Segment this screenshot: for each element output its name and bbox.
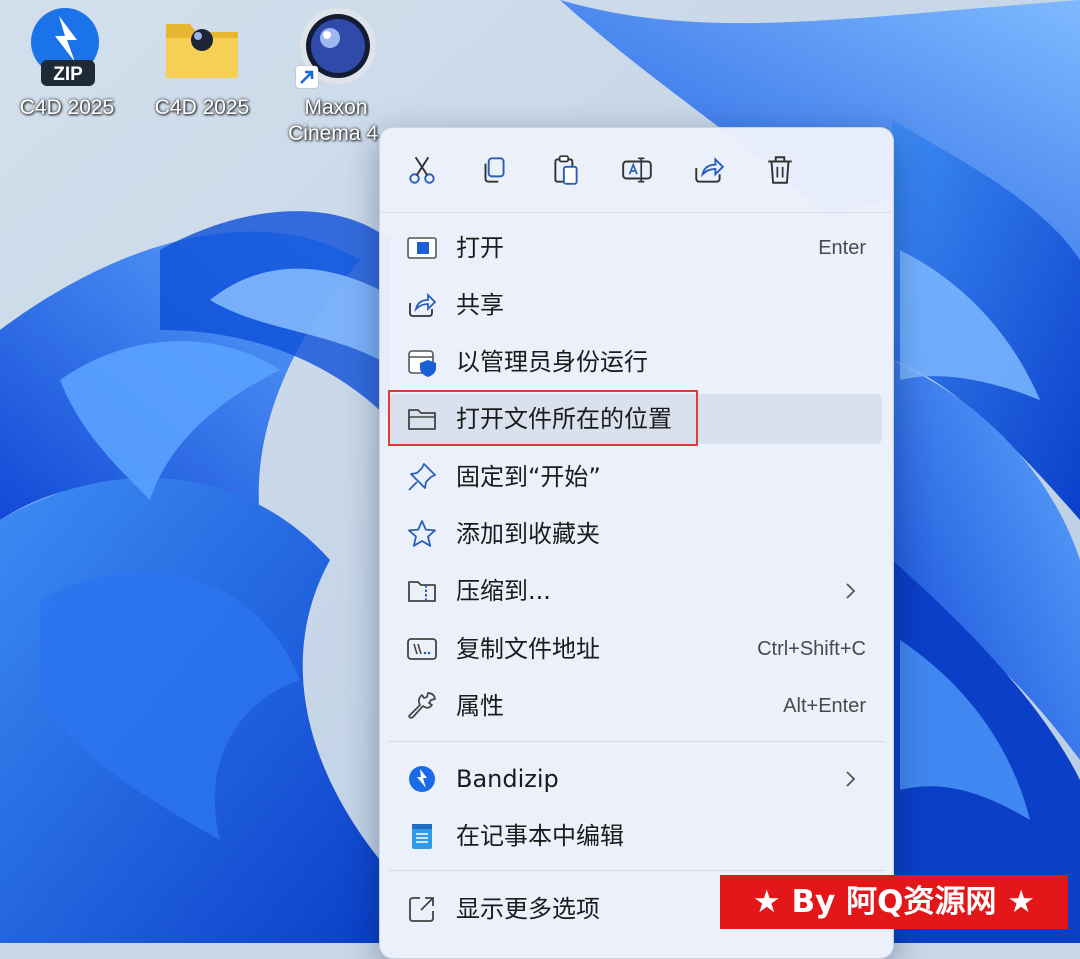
- menu-item-label: 添加到收藏夹: [456, 520, 600, 548]
- svg-text:ZIP: ZIP: [53, 64, 83, 85]
- notepad-icon: [406, 820, 438, 852]
- paste-button[interactable]: [542, 146, 590, 194]
- copy-button[interactable]: [470, 146, 518, 194]
- desktop-icon-c4d-folder[interactable]: C4D 2025: [143, 6, 261, 122]
- cut-button[interactable]: [398, 146, 446, 194]
- desktop-icon-label: C4D 2025: [19, 96, 115, 119]
- menu-item-pin-to-start[interactable]: 固定到“开始”: [388, 452, 882, 502]
- watermark-banner: ★ By 阿Q资源网 ★: [720, 875, 1068, 929]
- menu-item-label: 在记事本中编辑: [456, 822, 624, 850]
- bandizip-icon: [406, 763, 438, 795]
- menu-item-add-to-favorites[interactable]: 添加到收藏夹: [388, 509, 882, 559]
- path-icon: [406, 633, 438, 665]
- menu-item-shortcut: Alt+Enter: [783, 695, 866, 717]
- menu-item-label: 以管理员身份运行: [456, 348, 648, 376]
- delete-button[interactable]: [756, 146, 804, 194]
- menu-item-compress-to[interactable]: 压缩到...: [388, 566, 882, 616]
- menu-item-shortcut: Ctrl+Shift+C: [757, 638, 866, 660]
- desktop-icon-label: Maxon: [304, 96, 368, 119]
- menu-item-bandizip[interactable]: Bandizip: [388, 754, 882, 804]
- menu-item-share[interactable]: 共享: [388, 280, 882, 330]
- menu-item-open[interactable]: 打开 Enter: [388, 223, 882, 273]
- shortcut-arrow-icon: [296, 66, 318, 88]
- scissors-icon: [409, 156, 435, 184]
- rename-button[interactable]: [613, 146, 661, 194]
- menu-item-copy-file-path[interactable]: 复制文件地址 Ctrl+Shift+C: [388, 624, 882, 674]
- menu-item-label: 共享: [456, 291, 504, 319]
- desktop-icon-c4d-zip[interactable]: ZIP C4D 2025: [8, 6, 126, 122]
- menu-item-label: Bandizip: [456, 765, 559, 793]
- context-menu: 打开 Enter 共享 以管理员身份运行 打开文件所在的位置 固定到“开始” 添…: [379, 127, 894, 959]
- shield-icon: [406, 346, 438, 378]
- menu-item-edit-in-notepad[interactable]: 在记事本中编辑: [388, 811, 882, 861]
- menu-item-label: 属性: [456, 692, 504, 720]
- menu-item-label: 显示更多选项: [456, 895, 600, 923]
- chevron-right-icon: [846, 583, 856, 599]
- menu-item-label: 压缩到...: [456, 577, 551, 605]
- desktop-icon-label: Cinema 4.: [288, 122, 384, 145]
- desktop-icon-label: C4D 2025: [154, 96, 250, 119]
- highlight-annotation-box: [388, 390, 698, 446]
- folder-icon: [160, 6, 244, 90]
- paste-icon: [554, 155, 578, 185]
- desktop-icon-maxon-cinema4d[interactable]: Maxon Cinema 4.: [277, 6, 395, 148]
- rename-icon: [622, 157, 652, 183]
- star-icon: [406, 518, 438, 550]
- trash-icon: [768, 156, 792, 184]
- zip-folder-icon: [406, 575, 438, 607]
- more-options-icon: [406, 893, 438, 925]
- cinema4d-icon: [294, 6, 378, 90]
- share-icon: [695, 157, 725, 183]
- menu-item-label: 固定到“开始”: [456, 463, 601, 491]
- pin-icon: [406, 461, 438, 493]
- menu-separator: [388, 741, 885, 742]
- copy-icon: [484, 157, 505, 183]
- menu-item-label: 打开: [456, 234, 504, 262]
- open-icon: [406, 232, 438, 264]
- wrench-icon: [406, 690, 438, 722]
- share-button[interactable]: [685, 146, 733, 194]
- share-icon: [406, 289, 438, 321]
- menu-item-properties[interactable]: 属性 Alt+Enter: [388, 681, 882, 731]
- menu-item-shortcut: Enter: [818, 237, 866, 259]
- menu-item-label: 复制文件地址: [456, 635, 600, 663]
- bandizip-zip-icon: ZIP: [25, 6, 109, 90]
- chevron-right-icon: [846, 771, 856, 787]
- context-menu-toolbar: [380, 128, 893, 213]
- menu-item-run-as-admin[interactable]: 以管理员身份运行: [388, 337, 882, 387]
- menu-separator: [388, 870, 885, 871]
